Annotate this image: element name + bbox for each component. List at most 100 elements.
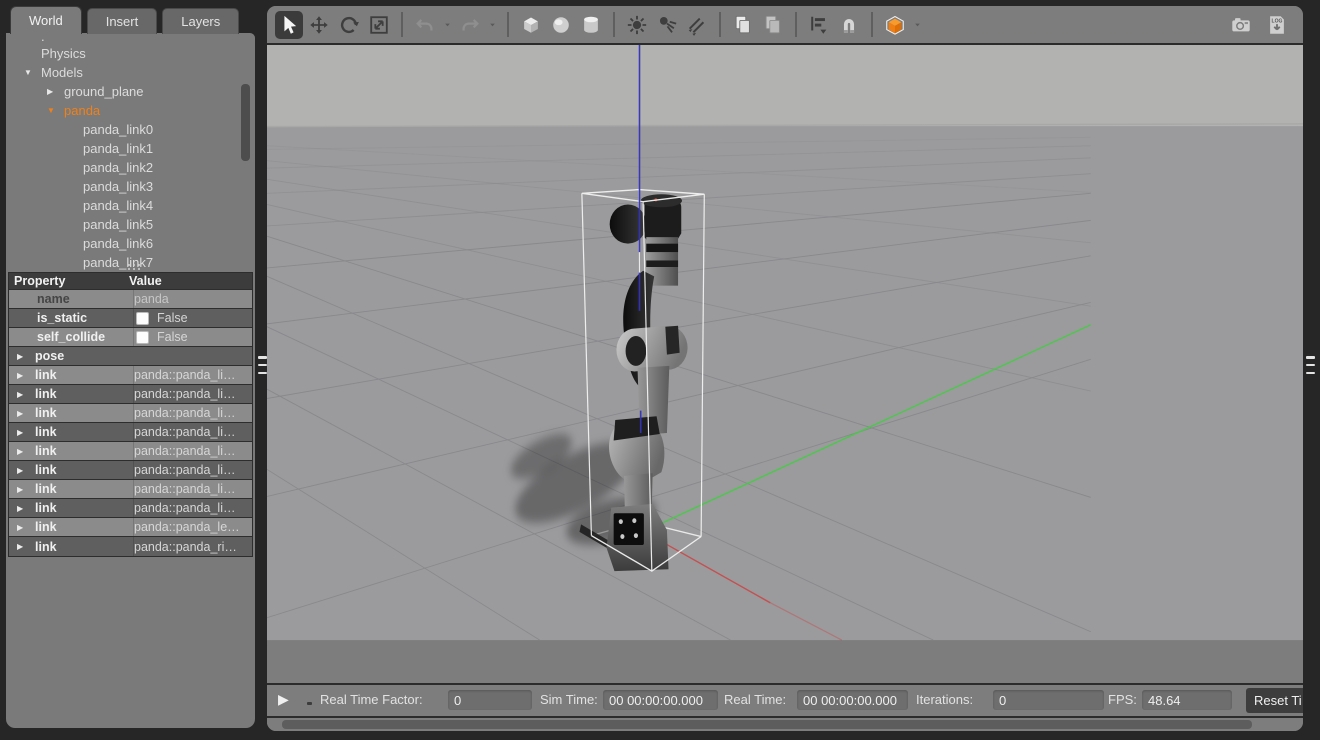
toolbar-button-snap[interactable] — [835, 11, 863, 39]
toolbar-button-undo-menu-caret[interactable] — [441, 11, 454, 39]
sim-time-field[interactable]: 00 00:00:00.000 — [603, 690, 718, 710]
toolbar-button-screenshot[interactable] — [1227, 11, 1255, 39]
toolbar-button-spot-light[interactable] — [653, 11, 681, 39]
property-row-link[interactable]: ▶linkpanda::panda_ri… — [9, 537, 252, 556]
horizontal-scrollbar[interactable] — [267, 718, 1303, 731]
right-splitter-grip[interactable] — [1306, 356, 1315, 374]
expand-arrow-icon[interactable]: ▶ — [17, 485, 23, 494]
chevron-down-icon[interactable]: ▼ — [47, 106, 55, 115]
fps-field[interactable]: 48.64 — [1142, 690, 1232, 710]
tab-insert[interactable]: Insert — [87, 8, 158, 34]
toolbar-button-copy[interactable] — [729, 11, 757, 39]
property-table: Property Value namepandais_staticFalsese… — [8, 272, 253, 557]
property-name: is_static — [37, 311, 87, 325]
toolbar-button-directional-light[interactable] — [683, 11, 711, 39]
expand-arrow-icon[interactable]: ▶ — [17, 371, 23, 380]
property-row-link[interactable]: ▶linkpanda::panda_li… — [9, 442, 252, 461]
property-row-name[interactable]: namepanda — [9, 290, 252, 309]
tree-item-panda_link6[interactable]: panda_link6 — [6, 234, 255, 253]
tab-world[interactable]: World — [10, 6, 82, 34]
expand-arrow-icon[interactable]: ▶ — [17, 542, 23, 551]
snap-icon — [838, 14, 860, 36]
expand-arrow-icon[interactable]: ▶ — [17, 428, 23, 437]
toolbar-button-point-light[interactable] — [623, 11, 651, 39]
viewport-3d[interactable] — [267, 45, 1303, 683]
property-row-link[interactable]: ▶linkpanda::panda_li… — [9, 423, 252, 442]
expand-arrow-icon[interactable]: ▶ — [17, 390, 23, 399]
align-icon — [808, 14, 830, 36]
toolbar-button-view-angle[interactable] — [881, 11, 909, 39]
toolbar-button-box[interactable] — [517, 11, 545, 39]
tree-item-Models[interactable]: ▼Models — [6, 63, 255, 82]
property-row-link[interactable]: ▶linkpanda::panda_li… — [9, 480, 252, 499]
horizontal-scrollbar-thumb[interactable] — [282, 720, 1252, 729]
expand-arrow-icon[interactable]: ▶ — [17, 447, 23, 456]
toolbar-button-redo-menu-caret[interactable] — [486, 11, 499, 39]
is_static-checkbox[interactable] — [136, 312, 149, 325]
tree-item-panda_link0[interactable]: panda_link0 — [6, 120, 255, 139]
toolbar-button-paste[interactable] — [759, 11, 787, 39]
tree-item-panda_link2[interactable]: panda_link2 — [6, 158, 255, 177]
real-time-field[interactable]: 00 00:00:00.000 — [797, 690, 908, 710]
toolbar-button-rotate[interactable] — [335, 11, 363, 39]
property-column-header: Property — [9, 274, 129, 288]
expand-arrow-icon[interactable]: ▶ — [17, 466, 23, 475]
toolbar-button-translate[interactable] — [305, 11, 333, 39]
play-button[interactable]: ▶ — [278, 691, 289, 708]
property-row-link[interactable]: ▶linkpanda::panda_li… — [9, 461, 252, 480]
toolbar-button-view-angle-caret[interactable] — [911, 11, 924, 39]
tree-item-[interactable]: . — [6, 35, 255, 44]
self_collide-checkbox[interactable] — [136, 331, 149, 344]
toolbar-button-undo[interactable] — [411, 11, 439, 39]
toolbar-button-sphere[interactable] — [547, 11, 575, 39]
property-row-link[interactable]: ▶linkpanda::panda_li… — [9, 499, 252, 518]
property-value: panda::panda_li… — [134, 368, 235, 382]
tree-item-label: panda_link6 — [83, 236, 153, 251]
reset-time-button[interactable]: Reset Ti — [1246, 688, 1303, 713]
tree-item-Physics[interactable]: Physics — [6, 44, 255, 63]
left-splitter-grip[interactable] — [258, 356, 267, 374]
property-row-is_static[interactable]: is_staticFalse — [9, 309, 252, 328]
toolbar-button-redo[interactable] — [456, 11, 484, 39]
render-panel: LOG — [267, 6, 1303, 731]
expand-arrow-icon[interactable]: ▶ — [17, 352, 23, 361]
expand-arrow-icon[interactable]: ▶ — [17, 409, 23, 418]
chevron-right-icon[interactable]: ▶ — [47, 87, 53, 96]
expand-arrow-icon[interactable]: ▶ — [17, 523, 23, 532]
expand-arrow-icon[interactable]: ▶ — [17, 504, 23, 513]
property-row-self_collide[interactable]: self_collideFalse — [9, 328, 252, 347]
property-row-pose[interactable]: ▶pose — [9, 347, 252, 366]
property-name: link — [35, 387, 57, 401]
screenshot-icon — [1230, 14, 1252, 36]
tree-item-ground_plane[interactable]: ▶ground_plane — [6, 82, 255, 101]
tree-item-panda_link1[interactable]: panda_link1 — [6, 139, 255, 158]
property-row-link[interactable]: ▶linkpanda::panda_li… — [9, 385, 252, 404]
copy-icon — [732, 14, 754, 36]
step-button[interactable] — [307, 702, 312, 705]
property-name: link — [35, 540, 57, 554]
iterations-label: Iterations: — [916, 692, 973, 707]
iterations-field[interactable]: 0 — [993, 690, 1104, 710]
tab-layers[interactable]: Layers — [162, 8, 239, 34]
real-time-factor-field[interactable]: 0 — [448, 690, 532, 710]
tree-item-label: Physics — [41, 46, 86, 61]
tree-item-panda_link4[interactable]: panda_link4 — [6, 196, 255, 215]
tree-item-panda_link3[interactable]: panda_link3 — [6, 177, 255, 196]
chevron-down-icon[interactable]: ▼ — [24, 68, 32, 77]
toolbar-button-align[interactable] — [805, 11, 833, 39]
toolbar-button-select[interactable] — [275, 11, 303, 39]
property-value: panda::panda_li… — [134, 406, 235, 420]
toolbar-separator — [401, 12, 403, 37]
world-panel: .Physics▼Models▶ground_plane▼pandapanda_… — [6, 33, 255, 728]
property-row-link[interactable]: ▶linkpanda::panda_li… — [9, 404, 252, 423]
property-value: panda::panda_li… — [134, 425, 235, 439]
property-row-link[interactable]: ▶linkpanda::panda_li… — [9, 366, 252, 385]
tree-item-panda_link5[interactable]: panda_link5 — [6, 215, 255, 234]
tree-scrollbar[interactable] — [241, 84, 250, 161]
table-splitter-grip[interactable] — [128, 264, 144, 270]
tree-item-panda[interactable]: ▼panda — [6, 101, 255, 120]
toolbar-button-cylinder[interactable] — [577, 11, 605, 39]
toolbar-button-scale[interactable] — [365, 11, 393, 39]
property-row-link[interactable]: ▶linkpanda::panda_le… — [9, 518, 252, 537]
toolbar-button-log[interactable]: LOG — [1263, 11, 1291, 39]
